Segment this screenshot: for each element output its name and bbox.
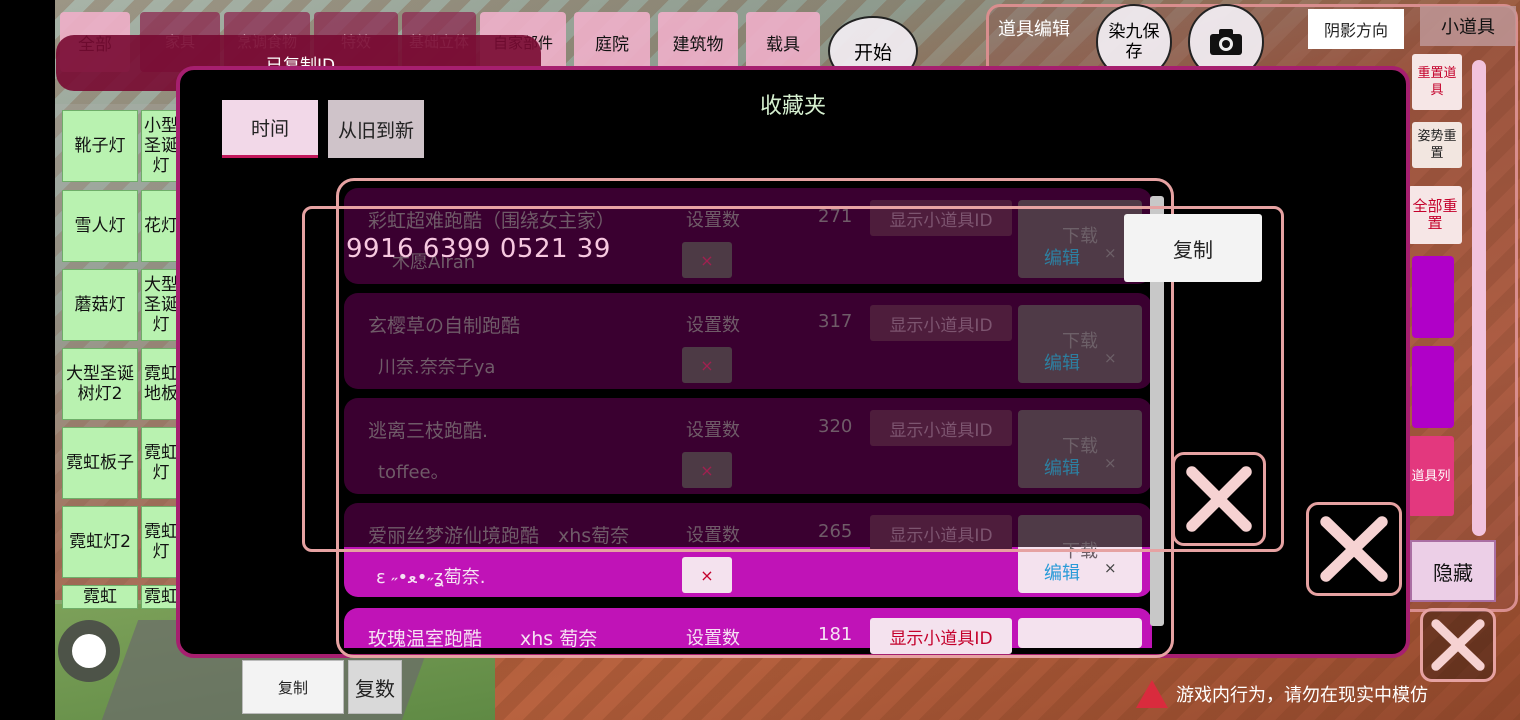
entry-count: 181 [818, 624, 853, 645]
copy-id-button[interactable]: 复制 [1124, 214, 1262, 282]
entry-name: 玫瑰温室跑酷 xhs 萄奈 [368, 628, 598, 650]
tab-garden[interactable]: 庭院 [574, 12, 650, 72]
item-cell[interactable]: 蘑菇灯 [62, 269, 138, 341]
shadow-direction-value: 0 [1390, 30, 1400, 48]
small-props-button[interactable]: 小道具 [1420, 6, 1516, 46]
prop-id-text: 9916 6399 0521 39 [346, 234, 611, 264]
purple-slot[interactable] [1412, 256, 1454, 338]
item-cell[interactable]: 大型圣诞树灯2 [62, 348, 138, 420]
favorite-entry[interactable]: 玫瑰温室跑酷 xhs 萄奈 设置数 181 显示小道具ID [344, 608, 1152, 654]
entry-author: ɛ ˶•ﻌ•˶ʓ萄奈. [376, 567, 486, 588]
item-cell[interactable]: 靴子灯 [62, 110, 138, 182]
warning-icon [1136, 680, 1168, 708]
tab-vehicles[interactable]: 载具 [746, 12, 820, 72]
item-cell[interactable]: 花灯 [141, 190, 181, 262]
hide-button[interactable]: 隐藏 [1410, 540, 1496, 602]
item-cell[interactable]: 大型圣诞灯 [141, 269, 181, 341]
item-cell[interactable]: 霓虹板子 [62, 427, 138, 499]
prop-list-button[interactable]: 道具列 [1408, 436, 1454, 516]
download-button[interactable] [1018, 618, 1142, 648]
reset-all-button[interactable]: 全部重置 [1408, 186, 1462, 244]
camera-icon [1210, 29, 1242, 55]
close-icon [1186, 466, 1252, 532]
copy-count-button[interactable]: 复数 [348, 660, 402, 714]
copy-prop-button[interactable]: 复制 [242, 660, 344, 714]
reset-pose-button[interactable]: 姿势重置 [1412, 122, 1462, 168]
edit-x-icon[interactable]: × [1104, 559, 1117, 577]
item-cell[interactable]: 霓虹灯 [141, 506, 181, 578]
warning-text: 游戏内行为，请勿在现实中模仿 [1176, 685, 1428, 706]
delete-button[interactable]: × [682, 557, 732, 593]
close-popup-button[interactable] [1172, 452, 1266, 546]
purple-slot[interactable] [1412, 346, 1454, 428]
warning-notice: 游戏内行为，请勿在现实中模仿 [1136, 680, 1428, 708]
movement-joystick[interactable] [58, 620, 120, 682]
prop-panel-scrollbar[interactable] [1472, 60, 1486, 536]
close-icon [1431, 619, 1485, 671]
entry-set-label: 设置数 [686, 628, 740, 649]
item-cell[interactable]: 霓虹地板 [141, 348, 181, 420]
show-prop-id-button[interactable]: 显示小道具ID [870, 618, 1012, 654]
prop-edit-title: 道具编辑 [998, 19, 1070, 40]
item-cell[interactable]: 霓虹灯2 [62, 506, 138, 578]
edit-link[interactable]: 编辑 [1044, 559, 1080, 585]
item-cell[interactable]: 霓虹 [62, 585, 138, 609]
tab-buildings[interactable]: 建筑物 [658, 12, 738, 72]
close-icon [1320, 516, 1388, 582]
item-cell[interactable]: 霓虹 [141, 585, 181, 609]
item-cell[interactable]: 雪人灯 [62, 190, 138, 262]
sort-order-button[interactable]: 从旧到新 [328, 100, 424, 158]
close-prop-edit-button[interactable] [1420, 608, 1496, 682]
close-favorites-button[interactable] [1306, 502, 1402, 596]
joystick-knob[interactable] [72, 634, 106, 668]
sort-by-time-button[interactable]: 时间 [222, 100, 318, 158]
item-cell[interactable]: 霓虹灯 [141, 427, 181, 499]
reset-props-button[interactable]: 重置道具 [1412, 54, 1462, 110]
item-cell[interactable]: 小型圣诞灯 [141, 110, 181, 182]
